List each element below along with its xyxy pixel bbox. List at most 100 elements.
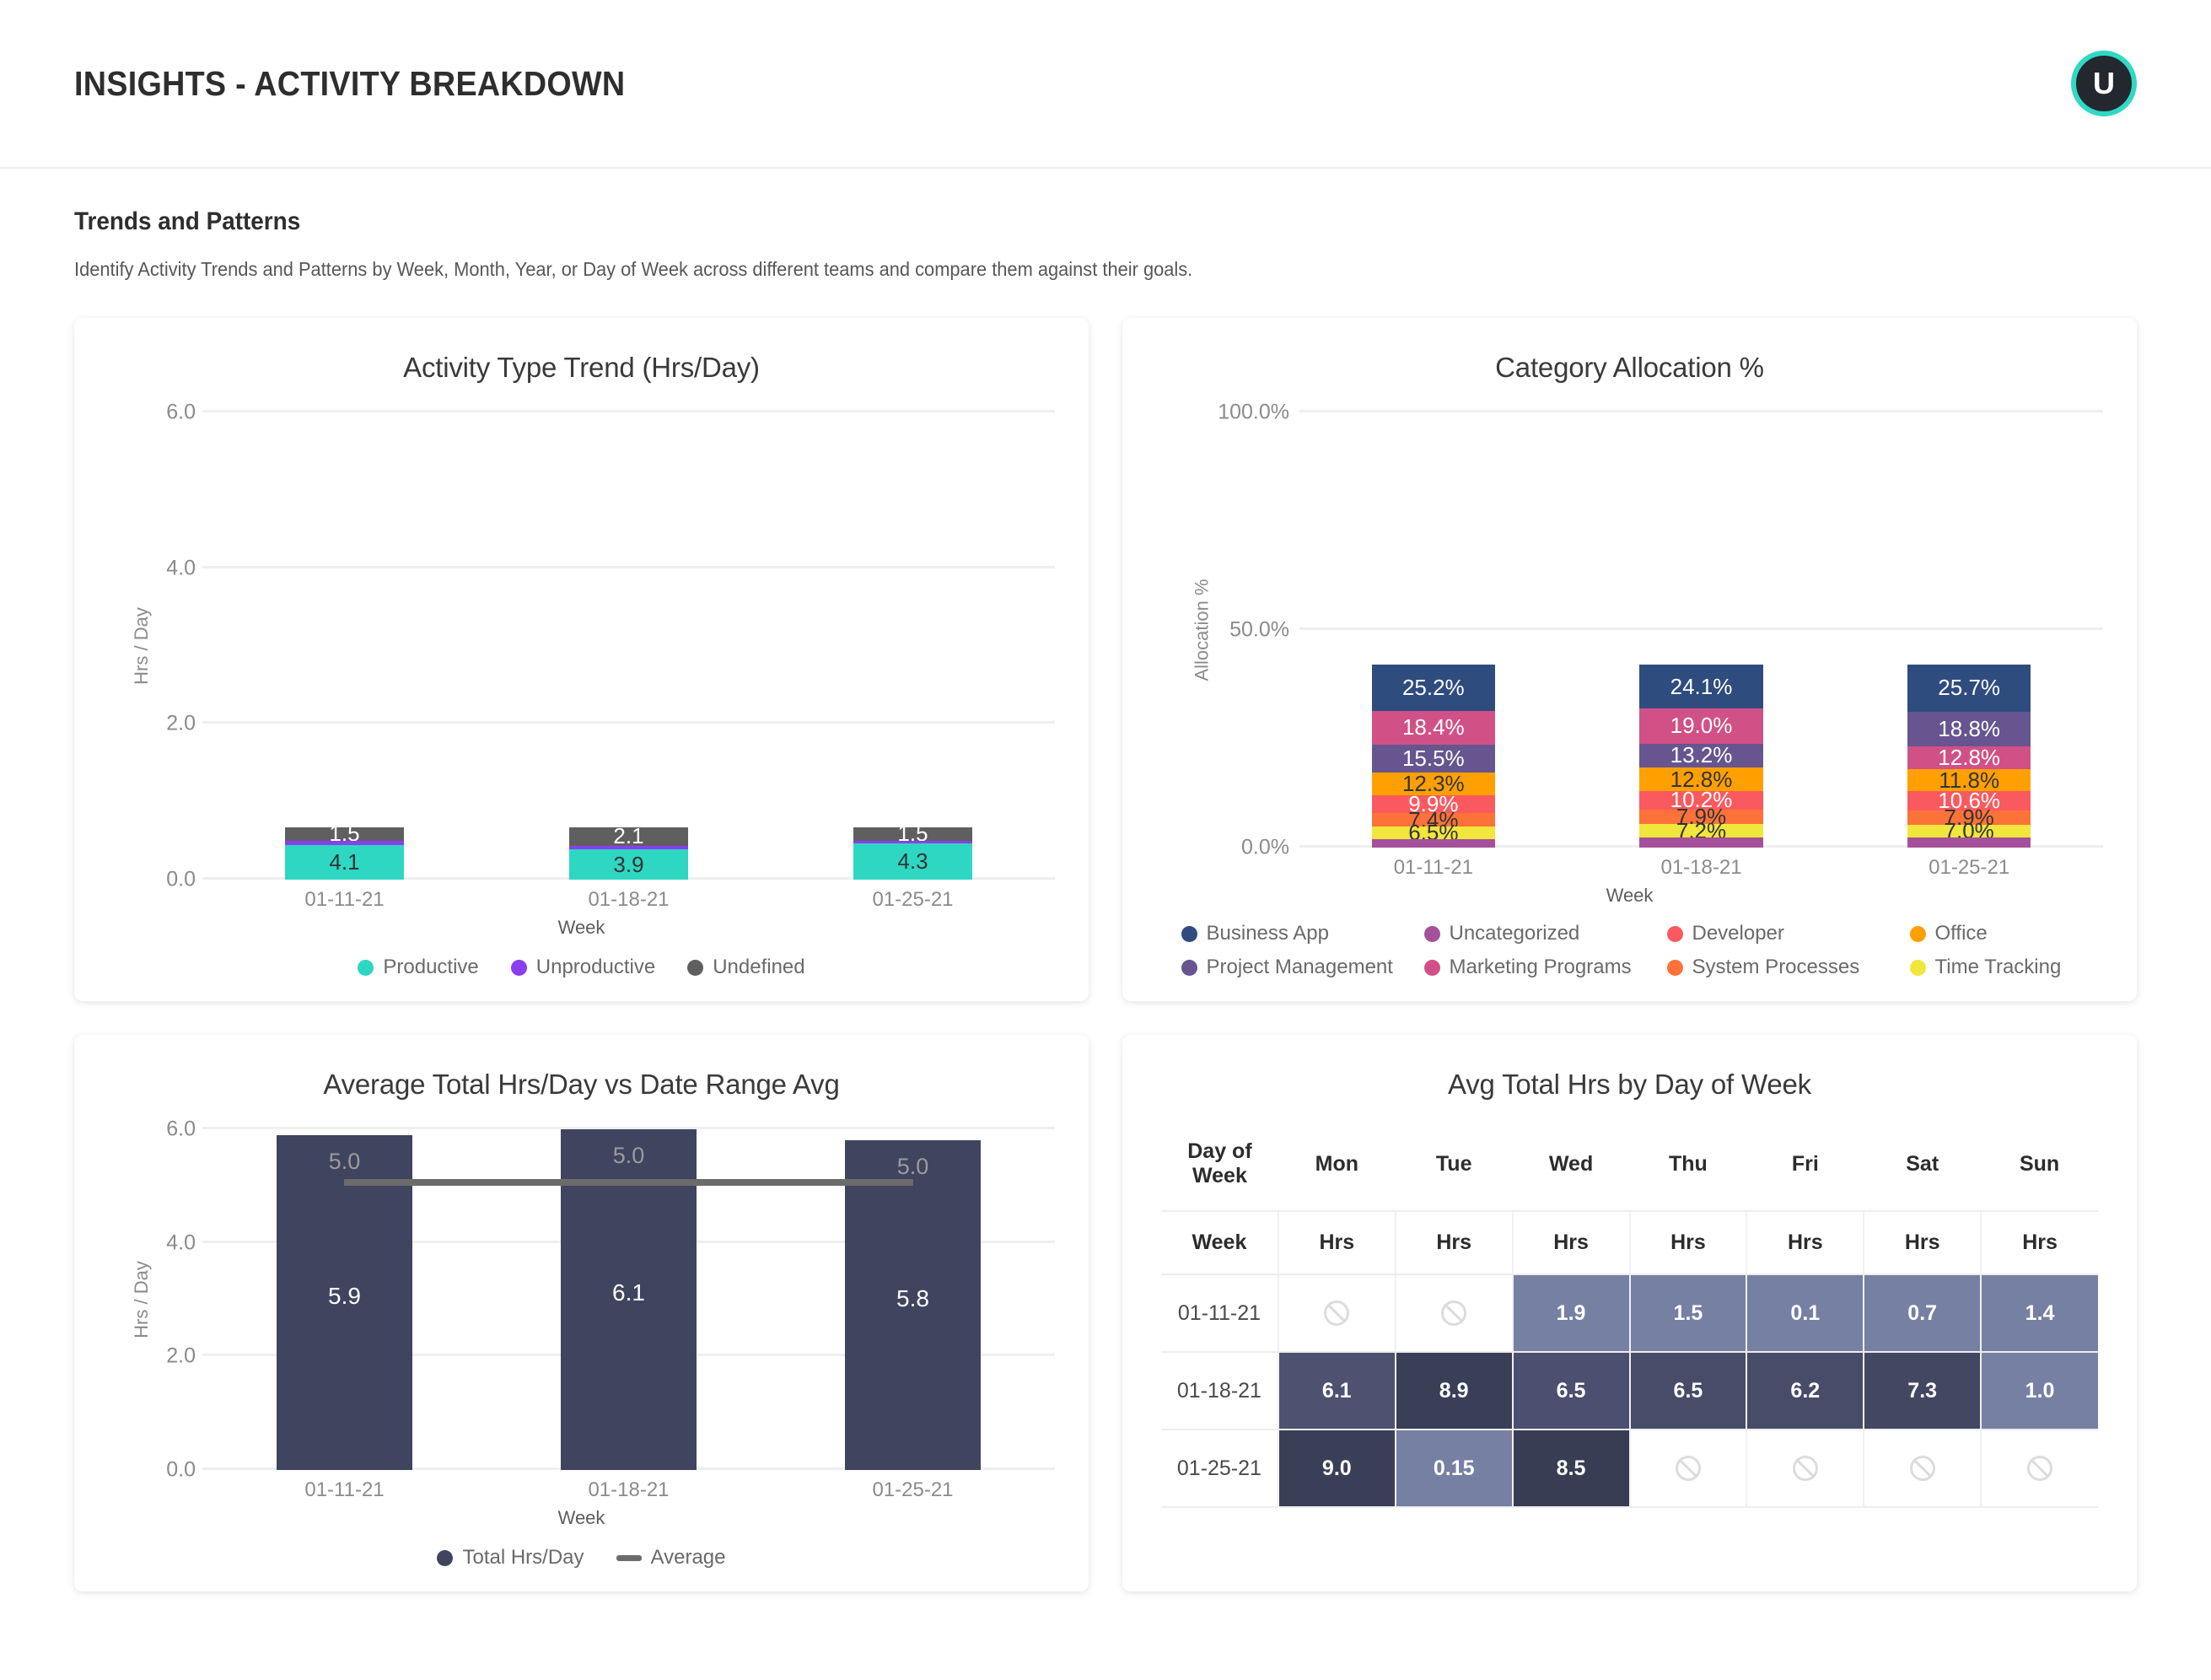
no-data-icon xyxy=(1792,1456,1818,1482)
bar-segment-productive[interactable]: 4.3 xyxy=(853,843,973,880)
heatmap-cell[interactable]: 8.5 xyxy=(1511,1430,1630,1508)
legend-label: Developer xyxy=(1692,922,1784,945)
legend-label: Total Hrs/Day xyxy=(462,1546,584,1569)
heatmap-cell[interactable]: 0.1 xyxy=(1746,1274,1864,1353)
legend-label: Business App xyxy=(1206,922,1329,945)
heatmap-cell[interactable]: 1.0 xyxy=(1980,1352,2098,1430)
legend-item[interactable]: Developer xyxy=(1666,922,1895,945)
avatar-circle[interactable]: U xyxy=(2071,51,2137,116)
plot-activity-type-trend: Hrs / Day 0.0 2.0 4.0 6.0 1.5 4.1 2.1 3.9 1.5 4.… xyxy=(103,401,1060,891)
bar-total-hrs[interactable]: 5.0 5.8 xyxy=(844,1140,982,1470)
bar-segment-uncategorized[interactable] xyxy=(1371,838,1495,848)
card-activity-type-trend: Activity Type Trend (Hrs/Day) Hrs / Day … xyxy=(74,318,1089,1001)
legend-item[interactable]: Productive xyxy=(358,956,479,979)
stacked-bar[interactable]: 25.2% 18.4% 15.5% 12.3% 9.9% 7.4% 6.5% xyxy=(1371,665,1495,848)
heatmap-cell[interactable] xyxy=(1277,1274,1396,1353)
bar-segment-marketing-programs[interactable]: 12.8% xyxy=(1907,745,2031,770)
heatmap-cell[interactable]: 6.1 xyxy=(1277,1352,1396,1430)
bar-segment-time-tracking[interactable]: 6.5% xyxy=(1371,820,1495,845)
heatmap-cell[interactable]: 1.5 xyxy=(1628,1274,1747,1353)
stacked-bar[interactable]: 24.1% 19.0% 13.2% 12.8% 10.2% 7.9% 7.2% xyxy=(1639,665,1763,848)
bar-value-label: 5.9 xyxy=(328,1282,361,1309)
legend-label: Marketing Programs xyxy=(1449,956,1632,978)
legend-item[interactable]: Uncategorized xyxy=(1423,922,1652,945)
bar-segment-undefined[interactable]: 1.5 xyxy=(284,821,405,846)
heatmap-cell[interactable]: 7.3 xyxy=(1863,1352,1982,1430)
no-data-icon xyxy=(1675,1456,1701,1482)
legend-item[interactable]: Undefined xyxy=(687,956,805,979)
legend-item[interactable]: Time Tracking xyxy=(1909,956,2079,979)
y-tick-label: 0.0 xyxy=(166,867,196,891)
heatmap-cell[interactable] xyxy=(1863,1430,1982,1508)
legend-item[interactable]: Marketing Programs xyxy=(1423,956,1652,979)
stacked-bar[interactable]: 2.1 3.9 xyxy=(568,823,689,880)
no-data-icon xyxy=(1441,1300,1467,1327)
legend-dot-marker xyxy=(1666,925,1683,942)
bar-segment-productive[interactable]: 4.1 xyxy=(284,844,405,880)
heatmap-cell[interactable] xyxy=(1980,1430,2098,1508)
heatmap-col-header-fri: Fri xyxy=(1791,1151,1819,1176)
x-axis-label: Week xyxy=(1606,885,1654,906)
bar-segment-time-tracking[interactable]: 7.0% xyxy=(1907,818,2031,843)
legend-item[interactable]: Project Management xyxy=(1181,956,1409,979)
bar-segment-uncategorized[interactable] xyxy=(1907,837,2031,848)
bar-segment-productive[interactable]: 3.9 xyxy=(568,849,689,880)
bar-segment-business-app[interactable]: 25.2% xyxy=(1371,665,1495,711)
heatmap-header-units: Week Hrs Hrs Hrs Hrs Hrs Hrs Hrs xyxy=(1161,1210,2098,1275)
avatar[interactable]: U xyxy=(2071,51,2137,116)
legend-item[interactable]: Unproductive xyxy=(510,956,655,979)
average-line xyxy=(343,1179,914,1187)
bar-segment-marketing-programs[interactable]: 18.4% xyxy=(1371,710,1495,745)
heatmap-cell[interactable]: 1.9 xyxy=(1511,1274,1630,1353)
legend-label: Average xyxy=(650,1546,726,1569)
heatmap-cell[interactable]: 0.7 xyxy=(1863,1274,1982,1353)
stacked-bar[interactable]: 1.5 4.1 xyxy=(284,821,405,880)
heatmap-cell[interactable]: 9.0 xyxy=(1277,1430,1396,1508)
legend-item[interactable]: Office xyxy=(1909,922,2079,945)
legend-item[interactable]: Business App xyxy=(1181,922,1409,945)
legend-dot-marker xyxy=(1423,925,1440,942)
y-tick-label: 4.0 xyxy=(166,556,196,580)
heatmap-cell[interactable]: 8.9 xyxy=(1394,1352,1513,1430)
stacked-bar[interactable]: 1.5 4.3 xyxy=(853,821,973,880)
chart-bars-area: 5.0 5.9 5.0 6.1 5.0 5.8 xyxy=(202,1127,1055,1470)
bar-segment-business-app[interactable]: 25.7% xyxy=(1907,665,2031,712)
bar-segment-undefined[interactable]: 2.1 xyxy=(568,823,689,848)
y-axis-ticks: 0.0 2.0 4.0 6.0 xyxy=(132,401,196,891)
legend-line-marker xyxy=(616,1554,642,1561)
bar-segment-uncategorized[interactable] xyxy=(1639,837,1763,848)
average-value-label: 5.0 xyxy=(612,1143,645,1168)
legend-dot-marker xyxy=(1909,925,1926,942)
card-avg-total-hrs: Average Total Hrs/Day vs Date Range Avg … xyxy=(74,1035,1089,1591)
bar-segment-project-management[interactable]: 13.2% xyxy=(1639,742,1763,767)
chart-legend: Total Hrs/Day Average xyxy=(103,1546,1060,1570)
heatmap-col-header-sat: Sat xyxy=(1906,1151,1939,1176)
heatmap-cell[interactable]: 6.5 xyxy=(1511,1352,1630,1430)
legend-label: Office xyxy=(1934,922,1988,945)
legend-dot-marker xyxy=(510,959,527,976)
bar-group: 1.5 4.3 xyxy=(771,412,1055,880)
y-tick-label: 2.0 xyxy=(166,711,196,735)
bar-segment-project-management[interactable]: 18.8% xyxy=(1907,711,2031,746)
heatmap-cell[interactable] xyxy=(1628,1430,1747,1508)
heatmap-cell[interactable]: 1.4 xyxy=(1980,1274,2098,1353)
no-data-icon xyxy=(1909,1456,1935,1482)
legend-item[interactable]: Total Hrs/Day xyxy=(437,1546,584,1570)
heatmap-cell[interactable] xyxy=(1394,1274,1513,1353)
x-tick-label: 01-18-21 xyxy=(588,888,670,911)
bar-segment-undefined[interactable]: 1.5 xyxy=(853,821,973,846)
heatmap-week-label: 01-18-21 xyxy=(1161,1352,1278,1430)
bar-segment-time-tracking[interactable]: 7.2% xyxy=(1639,818,1763,843)
bar-segment-marketing-programs[interactable]: 19.0% xyxy=(1639,708,1763,744)
heatmap-cell[interactable] xyxy=(1746,1430,1864,1508)
legend-label: Uncategorized xyxy=(1449,922,1580,945)
bar-segment-project-management[interactable]: 15.5% xyxy=(1371,744,1495,773)
heatmap-cell[interactable]: 6.5 xyxy=(1628,1352,1747,1430)
heatmap-cell[interactable]: 0.15 xyxy=(1394,1430,1513,1508)
legend-item[interactable]: System Processes xyxy=(1666,956,1895,979)
bar-segment-business-app[interactable]: 24.1% xyxy=(1639,665,1763,709)
y-tick-label: 50.0% xyxy=(1229,617,1289,642)
legend-item[interactable]: Average xyxy=(616,1546,726,1570)
heatmap-cell[interactable]: 6.2 xyxy=(1746,1352,1864,1430)
stacked-bar[interactable]: 25.7% 18.8% 12.8% 11.8% 10.6% 7.9% 7.0% xyxy=(1907,665,2031,848)
